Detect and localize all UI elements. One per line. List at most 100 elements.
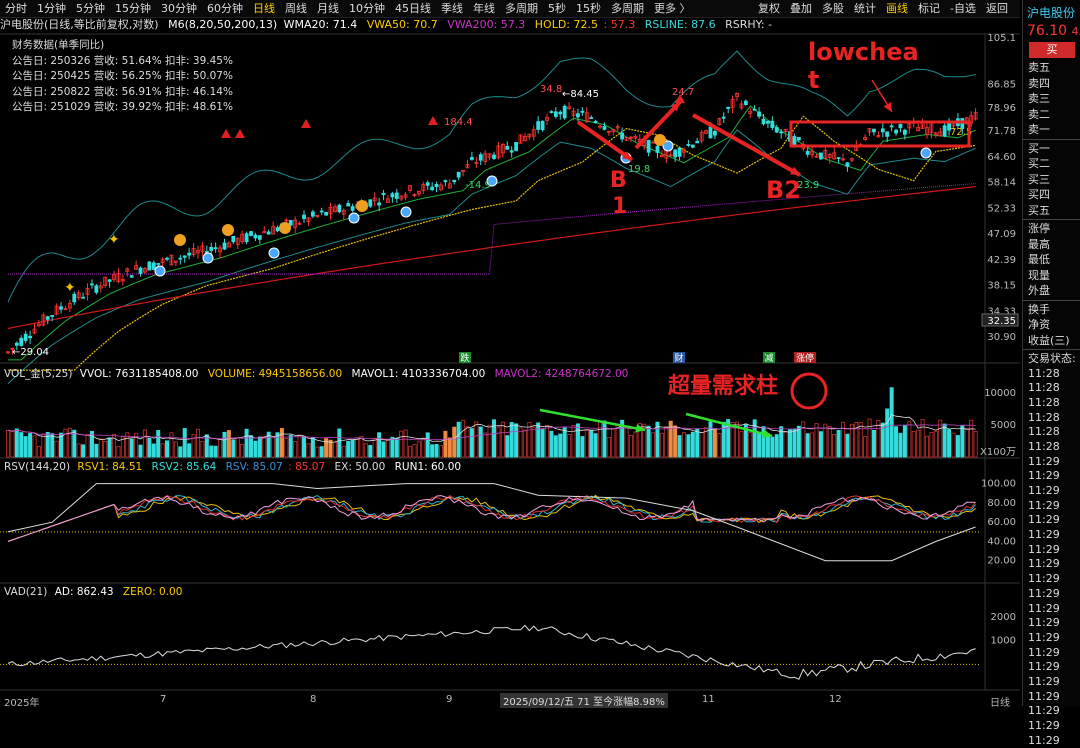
volume-bar <box>956 435 959 457</box>
volume-bar <box>413 445 416 457</box>
tick-time: 11:29 <box>1023 513 1080 528</box>
price-row: 76.10 4.3 <box>1023 21 1080 39</box>
volume-bar <box>899 433 902 457</box>
candle-body <box>872 129 875 132</box>
candle-body <box>713 131 716 135</box>
price-axis-label: 71.78 <box>987 126 1016 137</box>
volume-bar <box>537 423 540 457</box>
candle-body <box>108 280 111 282</box>
buy-button[interactable]: 买 <box>1029 42 1075 58</box>
volume-bar <box>837 430 840 457</box>
volume-bar <box>890 388 893 457</box>
candle-body <box>391 194 394 197</box>
candle-body <box>819 153 822 159</box>
financial-row: 公告日: 250822 营收: 56.91% 扣非: 46.14% <box>12 85 233 101</box>
event-tag-label: 减 <box>764 352 773 364</box>
volume-bar <box>157 430 160 457</box>
price-axis-label: 52.33 <box>987 203 1016 214</box>
up-triangle-marker <box>428 116 438 125</box>
volume-bar <box>740 432 743 457</box>
volume-bar <box>320 447 323 457</box>
volume-bar <box>179 447 182 457</box>
stat-row-4: 外盘 <box>1023 283 1080 299</box>
candle-body <box>590 118 593 119</box>
volume-spike-circle <box>792 374 826 408</box>
price-axis-label: 30.90 <box>987 332 1016 343</box>
financial-table: 财务数据(单季同比) 公告日: 250326 营收: 51.64% 扣非: 39… <box>12 38 233 116</box>
volume-bar <box>492 420 495 457</box>
stat2-row-0: 换手 <box>1023 302 1080 318</box>
volume-bar <box>939 420 942 457</box>
volume-bar <box>612 429 615 457</box>
candle-body <box>183 256 186 257</box>
volume-bar <box>431 445 434 457</box>
rsv-pane-title: RSV(144,20) RSV1: 84.51 RSV2: 85.64 RSV:… <box>4 461 461 473</box>
candle-body <box>90 284 93 285</box>
ma-red-line <box>8 187 976 329</box>
volume-bar <box>461 420 464 457</box>
stat2-row-2: 收益(三) <box>1023 333 1080 349</box>
stock-name: 沪电股份 <box>1023 0 1080 21</box>
volume-bar <box>130 439 133 457</box>
candle-body <box>895 130 898 133</box>
blue-dot-marker <box>155 266 165 276</box>
volume-bar <box>970 420 973 457</box>
mavol2-value: MAVOL2: 4248764672.00 <box>495 368 629 380</box>
volume-bar <box>439 446 442 457</box>
tick-time: 11:29 <box>1023 631 1080 646</box>
volume-bar <box>824 424 827 457</box>
candle-body <box>797 137 800 139</box>
candle-body <box>254 235 257 238</box>
candle-body <box>51 315 54 316</box>
orange-badge-marker <box>279 222 291 234</box>
tick-time: 11:29 <box>1023 660 1080 675</box>
volume-bar <box>289 435 292 457</box>
zero-value: ZERO: 0.00 <box>123 586 182 598</box>
candle-body <box>537 122 540 130</box>
volume-bar <box>598 421 601 457</box>
price-axis-label: 58.14 <box>987 178 1016 189</box>
volume-bar <box>51 434 54 457</box>
volume-bar <box>15 429 18 457</box>
volume-bar <box>665 427 668 457</box>
volume-bar <box>404 430 407 457</box>
orange-badge-marker <box>174 234 186 246</box>
ex-value: EX: 50.00 <box>335 461 386 473</box>
price-axis-label: 78.96 <box>987 103 1016 114</box>
volume-bar <box>316 447 319 457</box>
volume-bar <box>311 438 314 457</box>
stat-row-3: 现量 <box>1023 268 1080 284</box>
volume-bar <box>475 422 478 457</box>
volume-bar <box>713 430 716 457</box>
ad-value: AD: 862.43 <box>55 586 114 598</box>
candle-body <box>691 145 694 147</box>
candle-body <box>678 148 681 156</box>
candle-body <box>395 193 398 199</box>
volume-bar <box>183 429 186 457</box>
volume-bar <box>466 427 469 457</box>
volume-bar <box>408 446 411 457</box>
volume-bar <box>258 437 261 457</box>
volume-bar <box>210 446 213 457</box>
volume-bar <box>214 446 217 457</box>
volume-bar <box>55 441 58 457</box>
candle-body <box>382 193 385 194</box>
vvol-value: VVOL: 7631185408.00 <box>80 368 199 380</box>
volume-bar <box>647 426 650 457</box>
candle-body <box>325 212 328 215</box>
bid-row-0: 买一 <box>1023 141 1080 157</box>
blue-dot-marker <box>921 148 931 158</box>
tick-time: 11:29 <box>1023 484 1080 499</box>
volume-bar <box>201 441 204 457</box>
volume-bar <box>532 427 535 457</box>
volume-bar <box>342 446 345 457</box>
volume-bar <box>917 430 920 457</box>
financial-row: 公告日: 251029 营收: 39.92% 扣非: 48.61% <box>12 100 233 116</box>
candle-body <box>687 144 690 145</box>
rsv-axis-label: 60.00 <box>987 517 1016 528</box>
lowcheat-annotation-2: t <box>808 66 819 94</box>
volume-bar <box>170 433 173 457</box>
candle-body <box>276 228 279 231</box>
volume-bar <box>523 430 526 457</box>
candle-body <box>594 121 597 122</box>
